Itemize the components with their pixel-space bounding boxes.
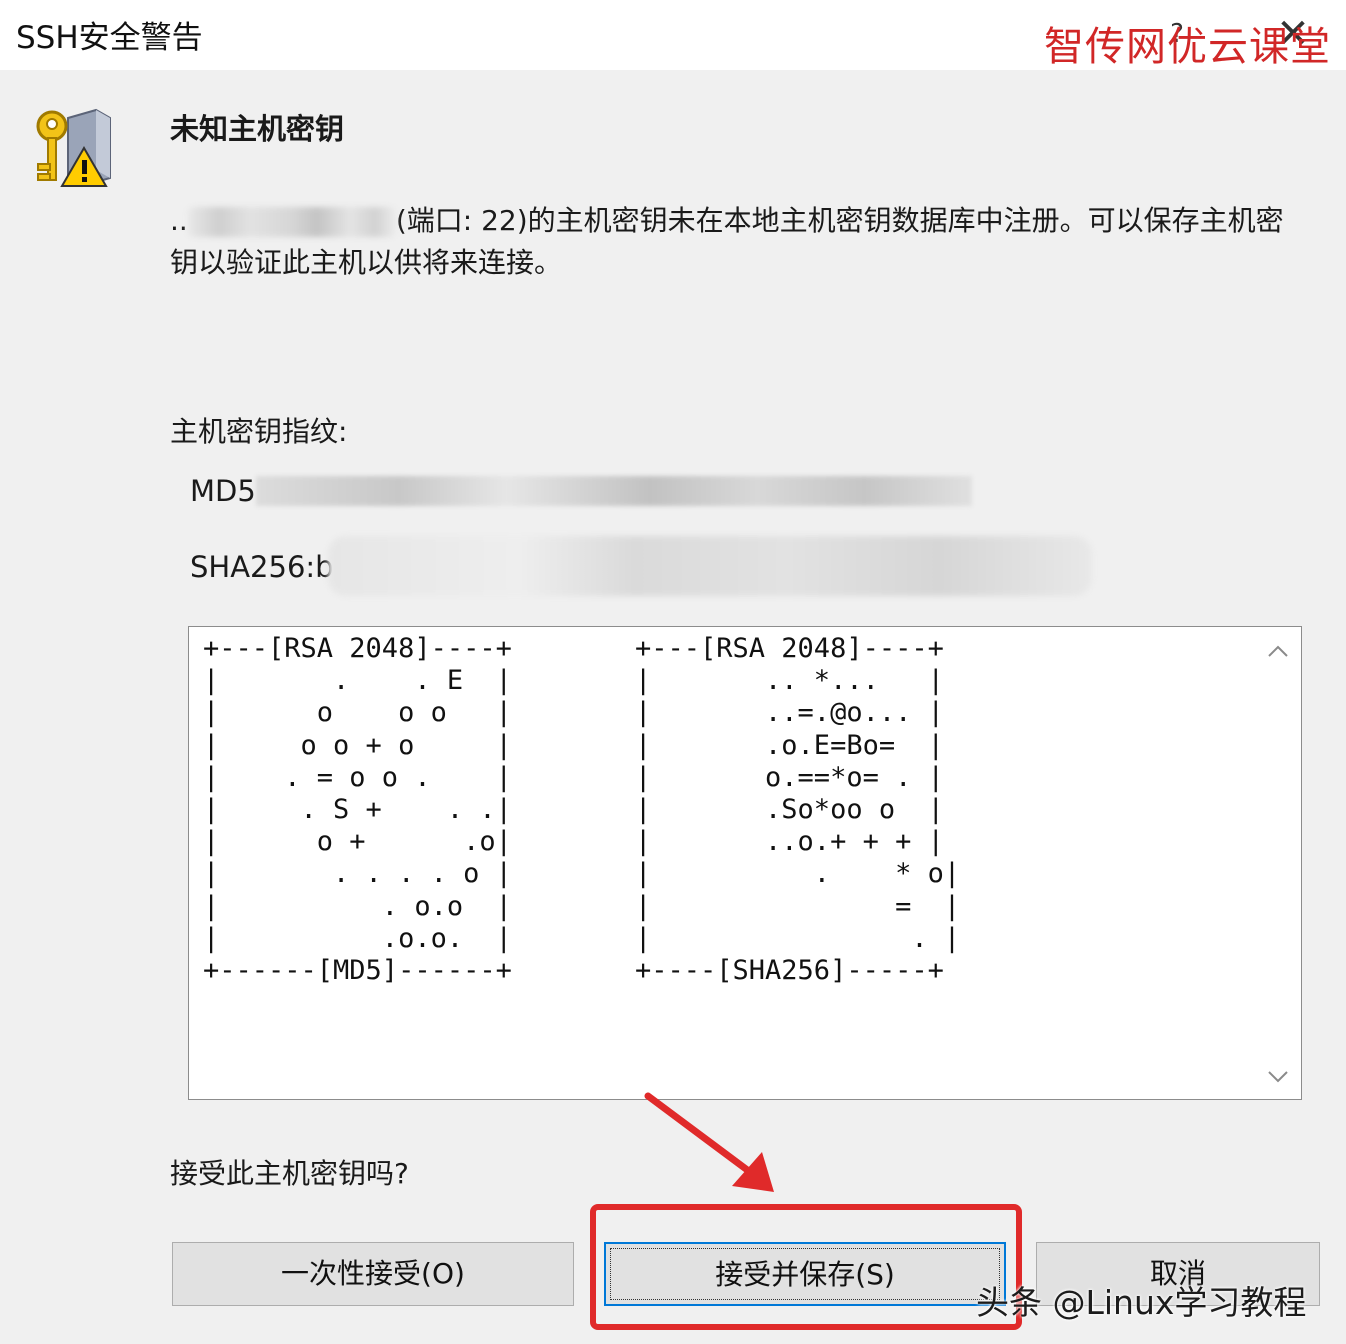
redacted-host xyxy=(187,207,396,237)
annotation-arrow-icon xyxy=(644,1092,774,1192)
accept-and-save-label: 接受并保存(S) xyxy=(715,1258,895,1291)
cancel-button[interactable]: 取消 xyxy=(1036,1242,1320,1306)
title-bar: SSH安全警告 ? ✕ xyxy=(0,0,1346,70)
chevron-down-icon xyxy=(1268,1070,1288,1082)
md5-fingerprint: MD5 xyxy=(190,474,256,508)
window-title: SSH安全警告 xyxy=(16,20,203,56)
redacted-host-prefix: .. xyxy=(170,204,188,237)
accept-and-save-button[interactable]: 接受并保存(S) xyxy=(604,1242,1006,1306)
scroll-up-button[interactable] xyxy=(1255,627,1301,673)
vertical-scrollbar[interactable] xyxy=(1255,627,1301,1099)
randomart-sha256: +---[RSA 2048]----+ | .. *... | | ..=.@o… xyxy=(635,633,961,987)
randomart-textbox[interactable]: +---[RSA 2048]----+ | . . E | | o o o | … xyxy=(188,626,1302,1100)
help-button[interactable]: ? xyxy=(1160,14,1194,54)
scroll-down-button[interactable] xyxy=(1255,1053,1301,1099)
accept-question: 接受此主机密钥吗? xyxy=(170,1157,409,1190)
close-button[interactable]: ✕ xyxy=(1268,10,1318,58)
close-icon: ✕ xyxy=(1276,11,1310,57)
md5-fingerprint-redacted xyxy=(256,476,972,506)
sha256-fingerprint-redacted xyxy=(328,536,1092,596)
sha256-fingerprint: SHA256:b xyxy=(190,550,334,584)
dialog-heading: 未知主机密钥 xyxy=(170,112,345,146)
accept-once-button[interactable]: 一次性接受(O) xyxy=(172,1242,574,1306)
dialog-message: .. (端口: 22)的主机密钥未在本地主机密钥数据库中注册。可以保存主机密钥以验… xyxy=(170,200,1310,284)
key-warning-icon xyxy=(36,108,111,188)
randomart-md5: +---[RSA 2048]----+ | . . E | | o o o | … xyxy=(203,633,512,987)
chevron-up-icon xyxy=(1268,645,1288,657)
cancel-label: 取消 xyxy=(1149,1257,1206,1290)
accept-once-label: 一次性接受(O) xyxy=(281,1257,465,1290)
fingerprint-label: 主机密钥指纹: xyxy=(170,415,348,448)
